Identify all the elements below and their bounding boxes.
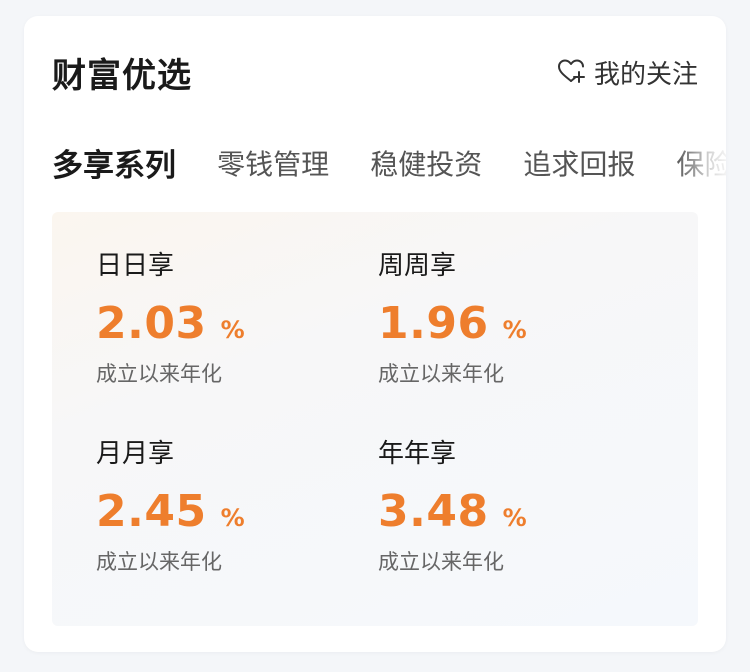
product-name: 周周享 bbox=[378, 251, 457, 281]
card-header: 财富优选 我的关注 bbox=[52, 44, 698, 100]
product-name: 月月享 bbox=[96, 439, 175, 469]
tab-cash-management[interactable]: 零钱管理 bbox=[217, 143, 329, 183]
category-tabs: 多享系列 零钱管理 稳健投资 追求回报 保险 bbox=[52, 140, 726, 188]
rate-value: 2.45 bbox=[96, 486, 207, 537]
rate-unit: % bbox=[502, 316, 527, 344]
product-card-yearly[interactable]: 年年享 3.48% 成立以来年化 bbox=[378, 436, 638, 606]
product-card-weekly[interactable]: 周周享 1.96% 成立以来年化 bbox=[378, 248, 638, 418]
tab-duoxiang-series[interactable]: 多享系列 bbox=[52, 140, 176, 185]
card-title: 财富优选 bbox=[52, 56, 192, 96]
product-card-daily[interactable]: 日日享 2.03% 成立以来年化 bbox=[96, 248, 356, 418]
product-rate: 2.03% bbox=[96, 298, 356, 350]
product-card-monthly[interactable]: 月月享 2.45% 成立以来年化 bbox=[96, 436, 356, 606]
rate-description: 成立以来年化 bbox=[378, 550, 504, 574]
rate-description: 成立以来年化 bbox=[378, 362, 504, 386]
my-follow-button[interactable]: 我的关注 bbox=[556, 54, 698, 91]
wealth-card: 财富优选 我的关注 多享系列 零钱管理 稳健投资 追求回报 保险 日日享 2.0… bbox=[24, 16, 726, 652]
heart-plus-icon bbox=[556, 56, 594, 90]
rate-unit: % bbox=[502, 504, 527, 532]
product-name: 年年享 bbox=[378, 439, 457, 469]
rate-unit: % bbox=[220, 504, 245, 532]
products-panel: 日日享 2.03% 成立以来年化 周周享 1.96% 成立以来年化 月月享 2.… bbox=[52, 212, 698, 626]
tab-pursue-returns[interactable]: 追求回报 bbox=[523, 143, 635, 183]
rate-value: 3.48 bbox=[378, 486, 489, 537]
my-follow-label: 我的关注 bbox=[593, 60, 698, 90]
rate-unit: % bbox=[220, 316, 245, 344]
tab-stable-investment[interactable]: 稳健投资 bbox=[370, 143, 482, 183]
rate-description: 成立以来年化 bbox=[96, 550, 222, 574]
rate-value: 2.03 bbox=[96, 298, 207, 349]
product-rate: 1.96% bbox=[378, 298, 638, 350]
rate-description: 成立以来年化 bbox=[96, 362, 222, 386]
product-rate: 3.48% bbox=[378, 486, 638, 538]
product-name: 日日享 bbox=[96, 251, 175, 281]
tab-insurance[interactable]: 保险 bbox=[676, 143, 726, 183]
rate-value: 1.96 bbox=[378, 298, 489, 349]
product-rate: 2.45% bbox=[96, 486, 356, 538]
